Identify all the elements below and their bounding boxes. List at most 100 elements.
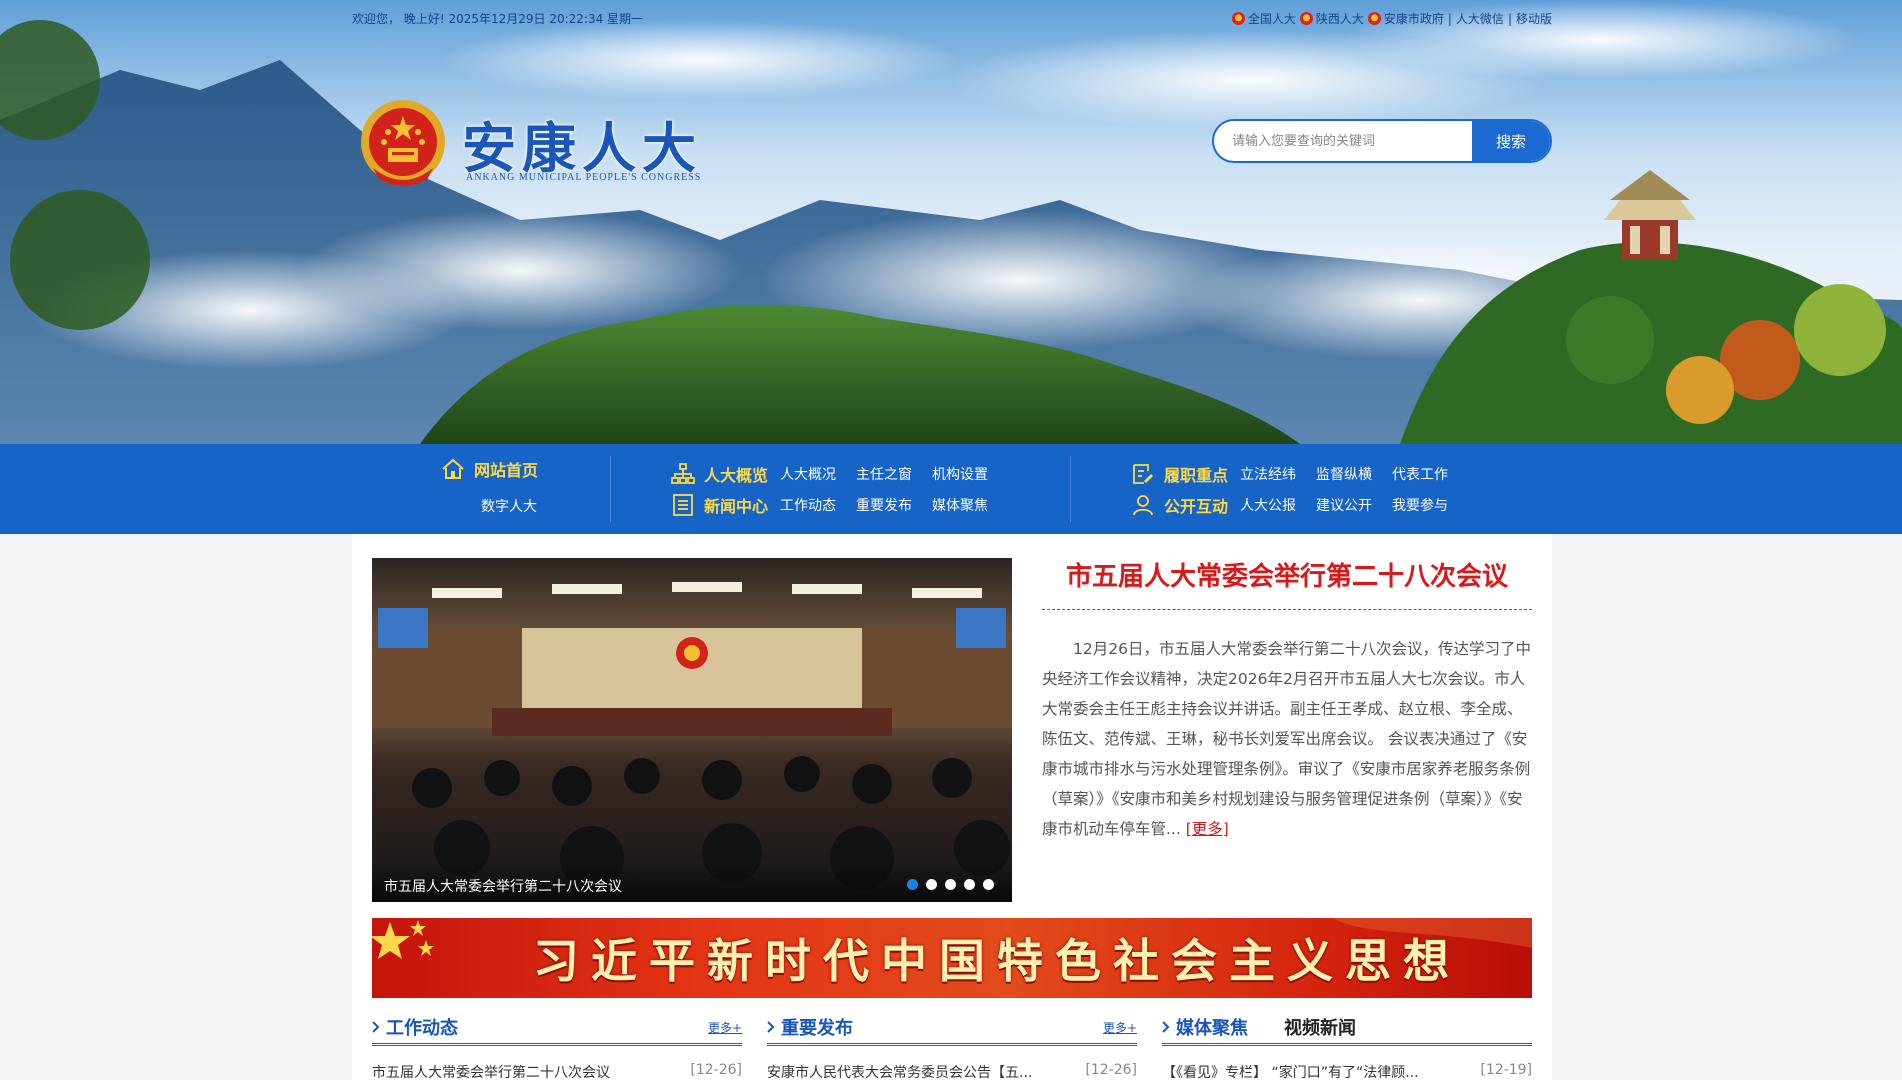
main-nav: 网站首页 数字人大 人大概览 人大概况 主任之窗 机构设置 新闻中心 工作动态 … xyxy=(0,444,1902,534)
nav-link-suggestions[interactable]: 建议公开 xyxy=(1316,495,1372,515)
emblem-icon xyxy=(1299,12,1313,25)
nav-home-group: 网站首页 xyxy=(440,454,550,484)
summary-text: 12月26日，市五届人大常委会举行第二十八次会议，传达学习了中央经济工作会议精神… xyxy=(1042,640,1531,838)
column-releases: 重要发布 更多+ 安康市人民代表大会常务委员会公告【五... [12-26] xyxy=(767,1010,1137,1080)
column-more-link[interactable]: 更多+ xyxy=(1103,1019,1137,1036)
separator: | xyxy=(1447,11,1452,26)
column-header: 媒体聚焦 视频新闻 xyxy=(1162,1010,1532,1046)
carousel-dot[interactable] xyxy=(983,879,994,890)
nav-link-deputies[interactable]: 代表工作 xyxy=(1392,464,1448,484)
top-link-wechat[interactable]: 人大微信 xyxy=(1456,10,1504,27)
column-title[interactable]: 工作动态 xyxy=(372,1014,458,1040)
nav-news-label: 新闻中心 xyxy=(704,497,769,516)
nav-link-structure[interactable]: 机构设置 xyxy=(932,464,988,484)
site-subtitle: ANKANG MUNICIPAL PEOPLE'S CONGRESS xyxy=(466,172,702,183)
document-list-icon xyxy=(673,494,693,516)
nav-news[interactable]: 新闻中心 xyxy=(670,492,768,518)
nav-public[interactable]: 公开互动 xyxy=(1130,492,1228,518)
column-title-label: 媒体聚焦 xyxy=(1176,1017,1248,1039)
list-item-date: [12-26] xyxy=(1085,1062,1137,1078)
user-icon xyxy=(1133,495,1153,516)
carousel-dot[interactable] xyxy=(964,879,975,890)
thought-banner-text: 习近平新时代中国特色社会主义思想 xyxy=(533,934,1461,988)
nav-home[interactable]: 网站首页 xyxy=(440,456,538,482)
nav-digital[interactable]: 数字人大 xyxy=(481,496,537,516)
carousel-dot[interactable] xyxy=(945,879,956,890)
top-links: 全国人大 陕西人大 安康市政府 | 人大微信 | 移动版 xyxy=(1231,10,1552,27)
nav-link-participate[interactable]: 我要参与 xyxy=(1392,495,1448,515)
nav-duty-label: 履职重点 xyxy=(1164,466,1229,485)
nav-link-legislation[interactable]: 立法经纬 xyxy=(1240,464,1296,484)
header-banner: 欢迎您， 晚上好! 2025年12月29日 20:22:34 星期一 全国人大 … xyxy=(0,0,1902,444)
nav-link-supervision[interactable]: 监督纵横 xyxy=(1316,464,1372,484)
column-title-label: 重要发布 xyxy=(781,1017,853,1039)
nav-link-work-news[interactable]: 工作动态 xyxy=(780,495,836,515)
nav-divider xyxy=(1070,456,1071,522)
carousel-dot[interactable] xyxy=(907,879,918,890)
top-link-label: 全国人大 xyxy=(1247,12,1296,26)
list-item-date: [12-26] xyxy=(690,1062,742,1078)
search-button[interactable]: 搜索 xyxy=(1214,121,1550,161)
org-chart-icon xyxy=(671,463,695,484)
thought-banner[interactable]: 习近平新时代中国特色社会主义思想 xyxy=(372,918,1532,998)
column-media: 媒体聚焦 视频新闻 【《看见》专栏】 “家门口”有了“法律顾... [12-19… xyxy=(1162,1010,1532,1080)
nav-divider xyxy=(610,456,611,522)
home-icon xyxy=(442,458,464,479)
edit-list-icon xyxy=(1133,464,1153,484)
carousel-dot[interactable] xyxy=(926,879,937,890)
chevron-right-icon xyxy=(1162,1020,1170,1033)
nav-link-director[interactable]: 主任之窗 xyxy=(856,464,912,484)
top-link-shaanxi[interactable]: 陕西人大 xyxy=(1299,10,1364,27)
list-item[interactable]: 安康市人民代表大会常务委员会公告【五... [12-26] xyxy=(767,1062,1137,1080)
greeting-text: 欢迎您， 晚上好! 2025年12月29日 20:22:34 星期一 xyxy=(352,12,644,26)
search-button-label: 搜索 xyxy=(1495,132,1526,151)
top-link-label: 陕西人大 xyxy=(1315,12,1364,26)
national-emblem-icon xyxy=(361,100,445,186)
nav-link-overview[interactable]: 人大概况 xyxy=(780,464,836,484)
list-item-title: 安康市人民代表大会常务委员会公告【五... xyxy=(767,1065,1033,1080)
nav-home-label: 网站首页 xyxy=(474,461,539,480)
nav-news-group: 新闻中心 工作动态 重要发布 媒体聚焦 xyxy=(670,490,1008,520)
nav-link-release[interactable]: 重要发布 xyxy=(856,495,912,515)
column-work-news: 工作动态 更多+ 市五届人大常委会举行第二十八次会议 [12-26] xyxy=(372,1010,742,1080)
list-item[interactable]: 【《看见》专栏】 “家门口”有了“法律顾... [12-19] xyxy=(1162,1062,1532,1080)
tab-video-news[interactable]: 视频新闻 xyxy=(1284,1014,1356,1040)
emblem-icon xyxy=(1367,12,1381,25)
nav-link-bulletin[interactable]: 人大公报 xyxy=(1240,495,1296,515)
meeting-photo xyxy=(372,558,1012,902)
top-link-government[interactable]: 安康市政府 xyxy=(1367,10,1444,27)
list-item-title: 市五届人大常委会举行第二十八次会议 xyxy=(372,1065,610,1080)
top-link-mobile[interactable]: 移动版 xyxy=(1516,10,1552,27)
top-bar: 欢迎您， 晚上好! 2025年12月29日 20:22:34 星期一 全国人大 … xyxy=(352,10,1552,28)
summary-more-link[interactable]: [更多] xyxy=(1186,820,1229,838)
news-carousel[interactable]: 市五届人大常委会举行第二十八次会议 xyxy=(372,558,1012,902)
site-logo[interactable]: 安康人大 ANKANG MUNICIPAL PEOPLE'S CONGRESS xyxy=(358,96,703,192)
column-title[interactable]: 重要发布 xyxy=(767,1014,853,1040)
column-header: 重要发布 更多+ xyxy=(767,1010,1137,1046)
headline-summary: 12月26日，市五届人大常委会举行第二十八次会议，传达学习了中央经济工作会议精神… xyxy=(1042,634,1532,844)
column-header: 工作动态 更多+ xyxy=(372,1010,742,1046)
mountain-scenery xyxy=(0,0,1902,444)
tab-media[interactable]: 媒体聚焦 xyxy=(1162,1014,1248,1040)
nav-overview[interactable]: 人大概览 xyxy=(670,461,768,487)
top-link-label: 安康市政府 xyxy=(1383,12,1444,26)
news-columns: 工作动态 更多+ 市五届人大常委会举行第二十八次会议 [12-26] 重要发布 … xyxy=(372,1010,1532,1080)
chevron-right-icon xyxy=(767,1020,775,1033)
separator: | xyxy=(1507,11,1512,26)
list-item-title: 【《看见》专栏】 “家门口”有了“法律顾... xyxy=(1162,1065,1419,1080)
search-input[interactable] xyxy=(1214,121,1472,161)
nav-duty-group: 履职重点 立法经纬 监督纵横 代表工作 xyxy=(1130,459,1468,489)
nav-link-media[interactable]: 媒体聚焦 xyxy=(932,495,988,515)
nav-overview-group: 人大概览 人大概况 主任之窗 机构设置 xyxy=(670,459,1008,489)
carousel-dots xyxy=(907,879,994,890)
nav-public-label: 公开互动 xyxy=(1164,497,1229,516)
nav-duty[interactable]: 履职重点 xyxy=(1130,461,1228,487)
headline-title[interactable]: 市五届人大常委会举行第二十八次会议 xyxy=(1042,556,1532,610)
column-title-label: 工作动态 xyxy=(386,1017,458,1039)
column-more-link[interactable]: 更多+ xyxy=(708,1019,742,1036)
chevron-right-icon xyxy=(372,1020,380,1033)
nav-overview-label: 人大概览 xyxy=(704,466,769,485)
search-bar: 搜索 xyxy=(1212,119,1552,163)
top-link-national[interactable]: 全国人大 xyxy=(1231,10,1296,27)
list-item[interactable]: 市五届人大常委会举行第二十八次会议 [12-26] xyxy=(372,1062,742,1080)
